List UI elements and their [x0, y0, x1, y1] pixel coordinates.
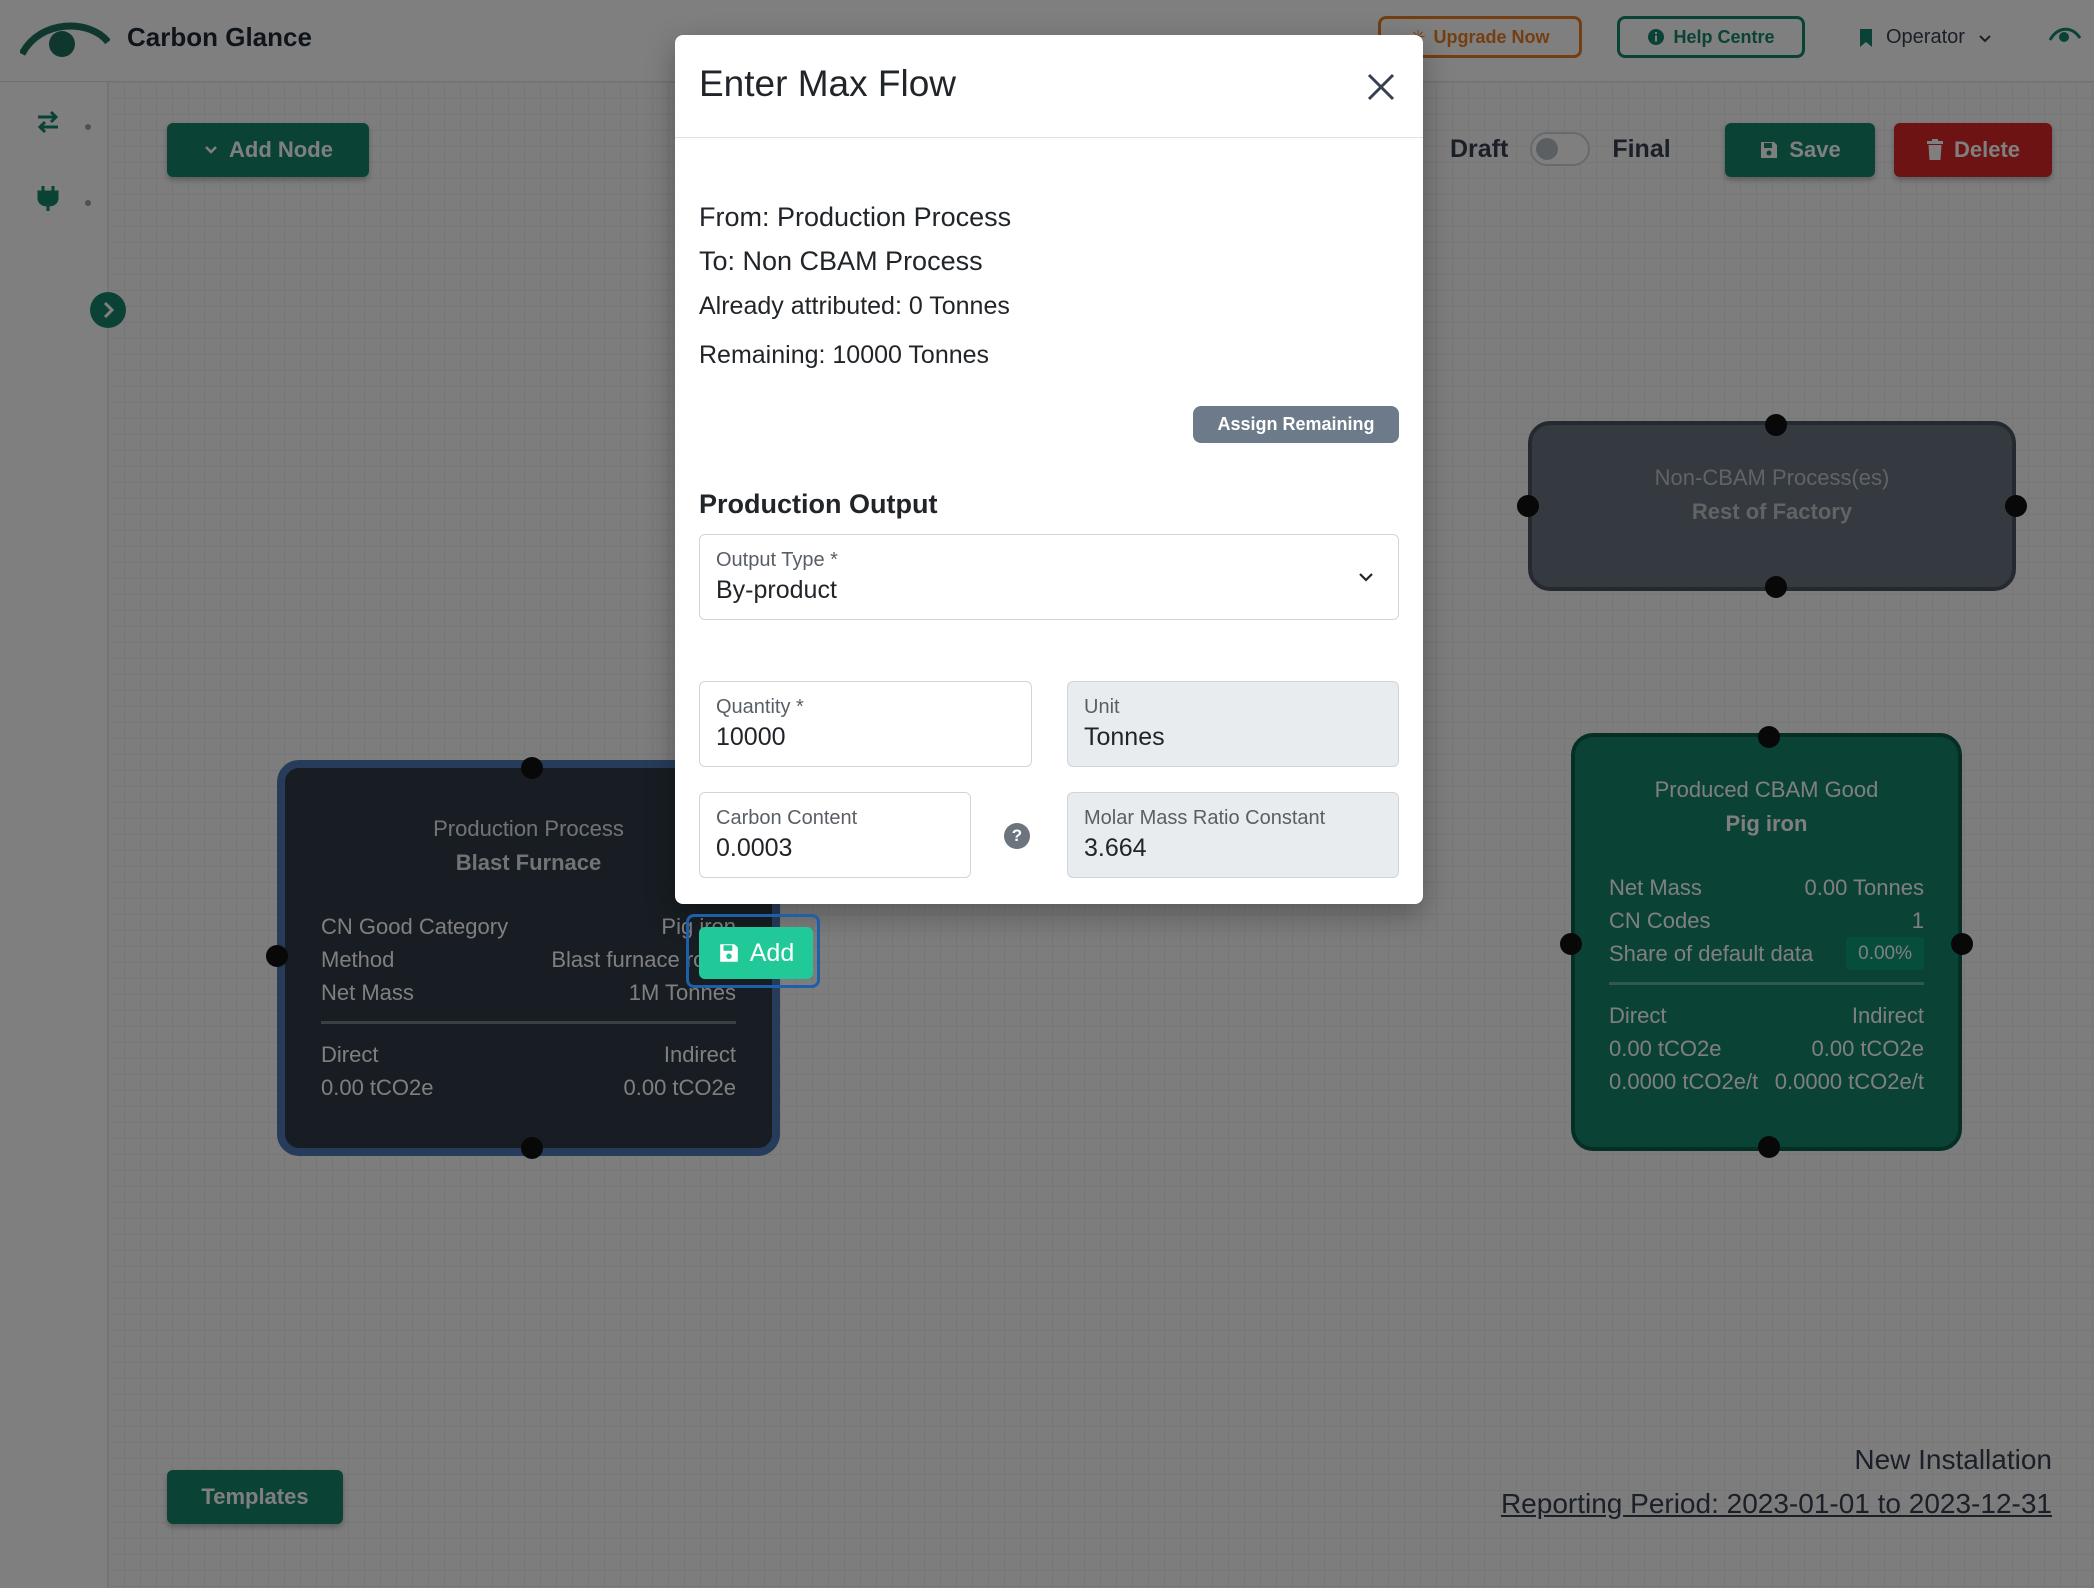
molar-mass-ratio-label: Molar Mass Ratio Constant [1084, 807, 1326, 829]
unit-label: Unit [1084, 696, 1120, 718]
already-attributed-text: Already attributed: 0 Tonnes [699, 292, 1010, 320]
remaining-text: Remaining: 10000 Tonnes [699, 341, 990, 369]
molar-mass-ratio-field: Molar Mass Ratio Constant 3.664 [1067, 792, 1399, 878]
close-icon[interactable] [1361, 67, 1401, 107]
unit-value: Tonnes [1084, 723, 1165, 751]
enter-max-flow-dialog: Enter Max Flow From: Production Process … [675, 35, 1423, 988]
to-text: To: Non CBAM Process [699, 246, 983, 276]
unit-field: Unit Tonnes [1067, 681, 1399, 767]
output-type-select[interactable]: Output Type * By-product [699, 534, 1399, 620]
question-mark-icon[interactable]: ? [1004, 823, 1030, 849]
output-type-value: By-product [716, 576, 837, 604]
modal-title: Enter Max Flow [699, 63, 957, 104]
carbon-content-field[interactable]: Carbon Content 0.0003 [699, 792, 971, 878]
quantity-label: Quantity * [716, 696, 804, 718]
molar-mass-ratio-value: 3.664 [1084, 834, 1147, 862]
from-text: From: Production Process [699, 202, 1012, 232]
assign-remaining-button[interactable]: Assign Remaining [1193, 406, 1399, 443]
production-output-heading: Production Output [699, 489, 938, 519]
add-button[interactable]: Add [699, 927, 813, 979]
floppy-disk-icon [719, 944, 738, 962]
carbon-content-label: Carbon Content [716, 807, 858, 829]
output-type-label: Output Type * [716, 549, 838, 571]
chevron-down-icon [1359, 573, 1373, 582]
carbon-content-value[interactable]: 0.0003 [716, 834, 954, 863]
modal-header: Enter Max Flow [675, 35, 1423, 138]
add-label: Add [749, 938, 795, 967]
quantity-value[interactable]: 10000 [716, 723, 1015, 752]
quantity-field[interactable]: Quantity * 10000 [699, 681, 1032, 767]
